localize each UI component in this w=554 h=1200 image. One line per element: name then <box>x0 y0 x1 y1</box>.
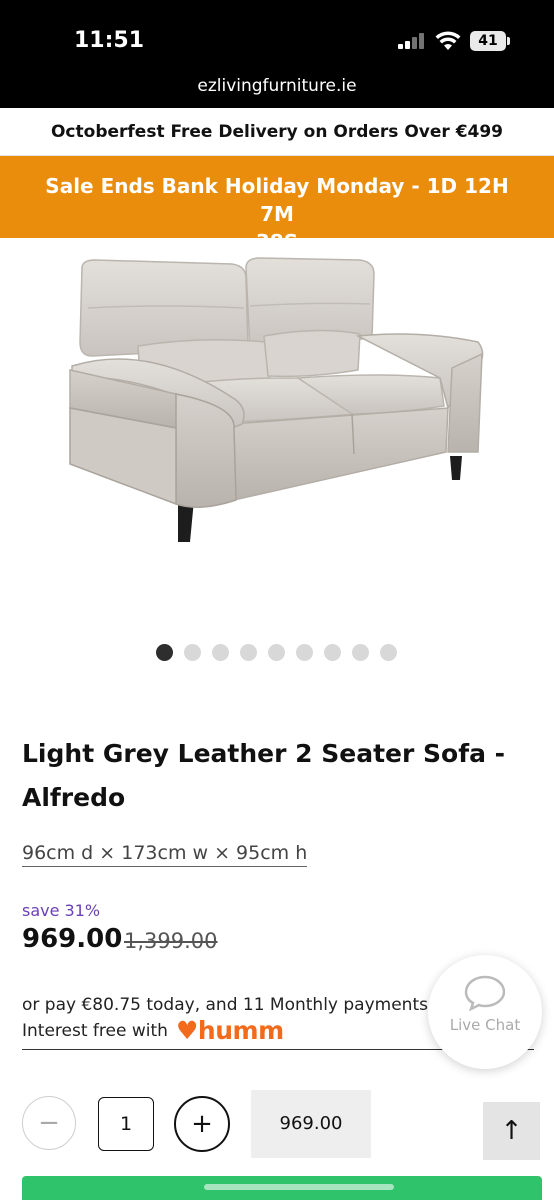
back-to-top-button[interactable]: ↑ <box>483 1102 540 1160</box>
live-chat-label: Live Chat <box>449 1016 521 1034</box>
quantity-input[interactable]: 1 <box>98 1097 154 1151</box>
original-price: 1,399.00 <box>124 929 218 953</box>
gallery-dot[interactable] <box>324 644 341 661</box>
product-dimensions[interactable]: 96cm d × 173cm w × 95cm h <box>22 842 308 867</box>
add-to-cart-button[interactable] <box>22 1176 542 1200</box>
signal-icon <box>398 33 426 49</box>
finance-interest-text: Interest free with <box>22 1021 168 1041</box>
browser-chrome: 11:51 41 ezlivingfurniture.ie <box>0 0 554 108</box>
line-total: 969.00 <box>251 1090 371 1158</box>
battery-icon: 41 <box>470 31 510 51</box>
delivery-banner: Octoberfest Free Delivery on Orders Over… <box>0 108 554 156</box>
humm-logo[interactable]: ♥humm <box>176 1016 284 1045</box>
wifi-icon <box>435 31 461 50</box>
chat-bubble-icon <box>464 975 506 1011</box>
sale-countdown-line1: Sale Ends Bank Holiday Monday - 1D 12H 7… <box>45 174 509 226</box>
sofa-illustration <box>69 257 484 542</box>
gallery-dot[interactable] <box>380 644 397 661</box>
gallery-dot[interactable] <box>352 644 369 661</box>
status-time: 11:51 <box>74 28 145 53</box>
current-price: 969.00 <box>22 924 123 954</box>
gallery-dot[interactable] <box>268 644 285 661</box>
gallery-dot[interactable] <box>240 644 257 661</box>
live-chat-button[interactable]: Live Chat <box>428 955 542 1069</box>
sale-countdown-banner: Sale Ends Bank Holiday Monday - 1D 12H 7… <box>0 156 554 254</box>
gallery-dot[interactable] <box>212 644 229 661</box>
humm-logo-text: humm <box>197 1016 284 1045</box>
gallery-dot[interactable] <box>184 644 201 661</box>
address-bar[interactable]: ezlivingfurniture.ie <box>0 76 554 96</box>
add-to-cart-label-placeholder <box>204 1184 394 1190</box>
gallery-dot[interactable] <box>296 644 313 661</box>
discount-label: save 31% <box>22 901 101 920</box>
increase-quantity-button[interactable]: + <box>174 1096 230 1152</box>
gallery-dot[interactable] <box>156 644 173 661</box>
product-image[interactable] <box>0 238 554 628</box>
product-title: Light Grey Leather 2 Seater Sofa - Alfre… <box>22 739 506 812</box>
decrease-quantity-button[interactable]: − <box>22 1096 76 1150</box>
